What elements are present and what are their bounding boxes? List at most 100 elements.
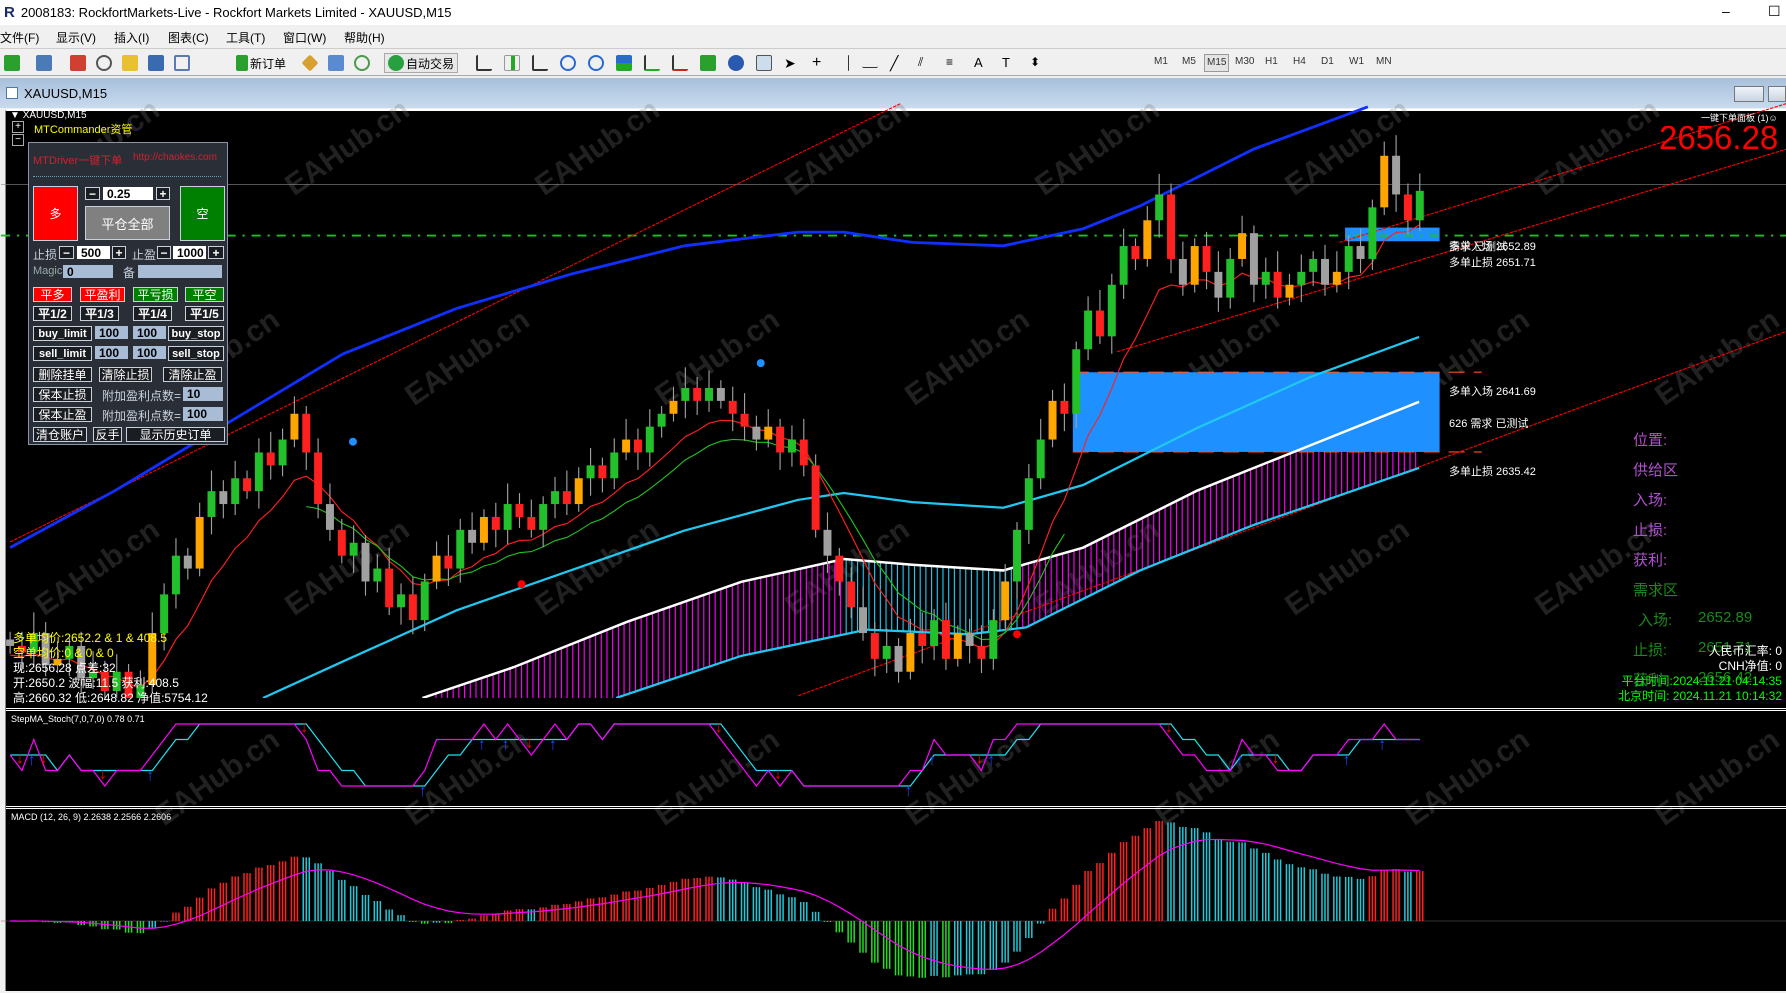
lots-plus-button[interactable]: + <box>156 187 170 201</box>
menu-help[interactable]: 帮助(H) <box>344 29 385 46</box>
timeframe-w1[interactable]: W1 <box>1347 54 1366 72</box>
zoom-out-icon[interactable] <box>588 55 604 71</box>
periods-icon[interactable] <box>728 55 744 71</box>
timeframe-m30[interactable]: M30 <box>1233 54 1256 72</box>
timeframe-mn[interactable]: MN <box>1374 54 1394 72</box>
sell-button[interactable]: 空 <box>180 186 225 241</box>
text-icon[interactable]: A <box>974 55 990 71</box>
vertical-line-icon[interactable] <box>848 55 850 71</box>
lots-minus-button[interactable]: − <box>85 187 100 201</box>
crosshair-icon[interactable]: + <box>812 55 828 71</box>
timeframe-h1[interactable]: H1 <box>1263 54 1280 72</box>
tp-input[interactable]: 1000 <box>173 246 206 260</box>
text-label-icon[interactable]: T <box>1002 55 1018 71</box>
buy-limit-button[interactable]: buy_limit <box>33 326 92 341</box>
buy-button[interactable]: 多 <box>33 186 78 241</box>
sell-limit-points-input[interactable]: 100 <box>95 346 128 360</box>
market-watch-icon[interactable] <box>70 55 86 71</box>
extra-points-input-2[interactable]: 100 <box>183 407 223 421</box>
extra-points-input-1[interactable]: 10 <box>183 387 223 401</box>
close-account-button[interactable]: 清仓账户 <box>33 427 87 442</box>
radar-icon[interactable] <box>354 55 370 71</box>
sell-stop-button[interactable]: sell_stop <box>168 346 224 361</box>
breakeven-sl-button[interactable]: 保本止损 <box>33 387 92 402</box>
sl-input[interactable]: 500 <box>77 246 110 260</box>
navigator-icon[interactable] <box>96 55 112 71</box>
timeframe-d1[interactable]: D1 <box>1319 54 1336 72</box>
menu-window[interactable]: 窗口(W) <box>283 29 326 46</box>
clear-tp-button[interactable]: 清除止盈 <box>163 367 222 382</box>
maximize-button[interactable]: ☐ <box>1768 3 1781 20</box>
close-buy-button[interactable]: 平多 <box>33 287 72 302</box>
close-profit-button[interactable]: 平盈利 <box>80 287 125 302</box>
bar-chart-icon[interactable] <box>476 55 492 71</box>
timeframe-m1[interactable]: M1 <box>1152 54 1170 72</box>
macd-indicator[interactable] <box>1 810 1786 993</box>
minimize-button[interactable]: – <box>1722 3 1730 19</box>
panel-divider[interactable] <box>6 708 1786 711</box>
profiles-icon[interactable] <box>36 55 52 71</box>
lots-input[interactable]: 0.25 <box>103 187 153 201</box>
stoch-indicator[interactable]: ↓ ↑ ↓↓ ↑↓↑↑ ↑ ↓ ↑↓↓↑↑ ↓ ↑↓↑ ↓ ↑↑ <box>1 712 1786 806</box>
close-third-button[interactable]: 平1/3 <box>80 306 119 321</box>
show-history-button[interactable]: 显示历史订单 <box>126 427 225 442</box>
reverse-button[interactable]: 反手 <box>93 427 122 442</box>
sl-plus-button[interactable]: + <box>112 246 126 260</box>
strategy-tester-icon[interactable] <box>174 55 190 71</box>
chart-shift-icon[interactable] <box>672 55 688 71</box>
expand-button[interactable]: + <box>12 121 24 133</box>
favorites-icon[interactable] <box>122 55 138 71</box>
close-sell-button[interactable]: 平空 <box>185 287 224 302</box>
tp-plus-button[interactable]: + <box>208 246 224 260</box>
menu-view[interactable]: 显示(V) <box>56 29 96 46</box>
chart-area[interactable]: EAHub.cn EAHub.cn EAHub.cn EAHub.cn EAHub.cn… <box>1 93 1786 991</box>
tp-minus-button[interactable]: − <box>157 246 171 260</box>
arrows-icon[interactable]: ⬍ <box>1030 55 1046 71</box>
horizontal-line-icon[interactable] <box>862 59 878 68</box>
tile-windows-icon[interactable] <box>616 55 632 71</box>
order-panel-url[interactable]: http://chaokes.com <box>133 152 217 163</box>
new-chart-icon[interactable] <box>4 55 20 71</box>
close-quarter-button[interactable]: 平1/4 <box>133 306 172 321</box>
auto-scroll-icon[interactable] <box>644 55 660 71</box>
buy-limit-points-input[interactable]: 100 <box>95 326 128 340</box>
delete-pending-button[interactable]: 删除挂单 <box>33 367 92 382</box>
cursor-icon[interactable]: ➤ <box>784 55 800 71</box>
close-fifth-button[interactable]: 平1/5 <box>185 306 224 321</box>
equidistant-channel-icon[interactable]: ⫽ <box>918 55 934 71</box>
new-order-button[interactable]: 新订单 <box>236 53 286 73</box>
price-chart[interactable] <box>1 100 1786 698</box>
auto-trading-button[interactable]: 自动交易 <box>384 53 459 73</box>
timeframe-m5[interactable]: M5 <box>1180 54 1198 72</box>
trendline-icon[interactable]: ╱ <box>890 55 906 71</box>
buy-stop-button[interactable]: buy_stop <box>168 326 224 341</box>
menu-insert[interactable]: 插入(I) <box>114 29 149 46</box>
menu-file[interactable]: 文件(F) <box>0 29 39 46</box>
magic-input[interactable]: 0 <box>63 265 113 279</box>
breakeven-tp-button[interactable]: 保本止盈 <box>33 407 92 422</box>
timeframe-h4[interactable]: H4 <box>1291 54 1308 72</box>
line-chart-icon[interactable] <box>532 55 548 71</box>
close-loss-button[interactable]: 平亏损 <box>133 287 178 302</box>
note-input[interactable] <box>138 265 222 278</box>
indicators-icon[interactable] <box>700 55 716 71</box>
terminal-icon[interactable] <box>148 55 164 71</box>
close-all-button[interactable]: 平仓全部 <box>85 206 170 240</box>
close-half-button[interactable]: 平1/2 <box>33 306 72 321</box>
collapse-button[interactable]: − <box>12 134 24 146</box>
sell-limit-button[interactable]: sell_limit <box>33 346 92 361</box>
zoom-in-icon[interactable] <box>560 55 576 71</box>
sell-stop-points-input[interactable]: 100 <box>133 346 166 360</box>
metaeditor-icon[interactable] <box>301 54 319 72</box>
fibonacci-icon[interactable]: ≡ <box>946 55 962 71</box>
menu-charts[interactable]: 图表(C) <box>168 29 209 46</box>
templates-icon[interactable] <box>756 55 772 71</box>
candlestick-icon[interactable] <box>504 55 520 71</box>
sl-minus-button[interactable]: − <box>59 246 74 260</box>
clear-sl-button[interactable]: 清除止损 <box>99 367 152 382</box>
timeframe-m15[interactable]: M15 <box>1204 54 1230 72</box>
panel-divider[interactable] <box>6 806 1786 809</box>
buy-stop-points-input[interactable]: 100 <box>133 326 166 340</box>
signals-icon[interactable] <box>328 55 344 71</box>
menu-tools[interactable]: 工具(T) <box>226 29 265 46</box>
